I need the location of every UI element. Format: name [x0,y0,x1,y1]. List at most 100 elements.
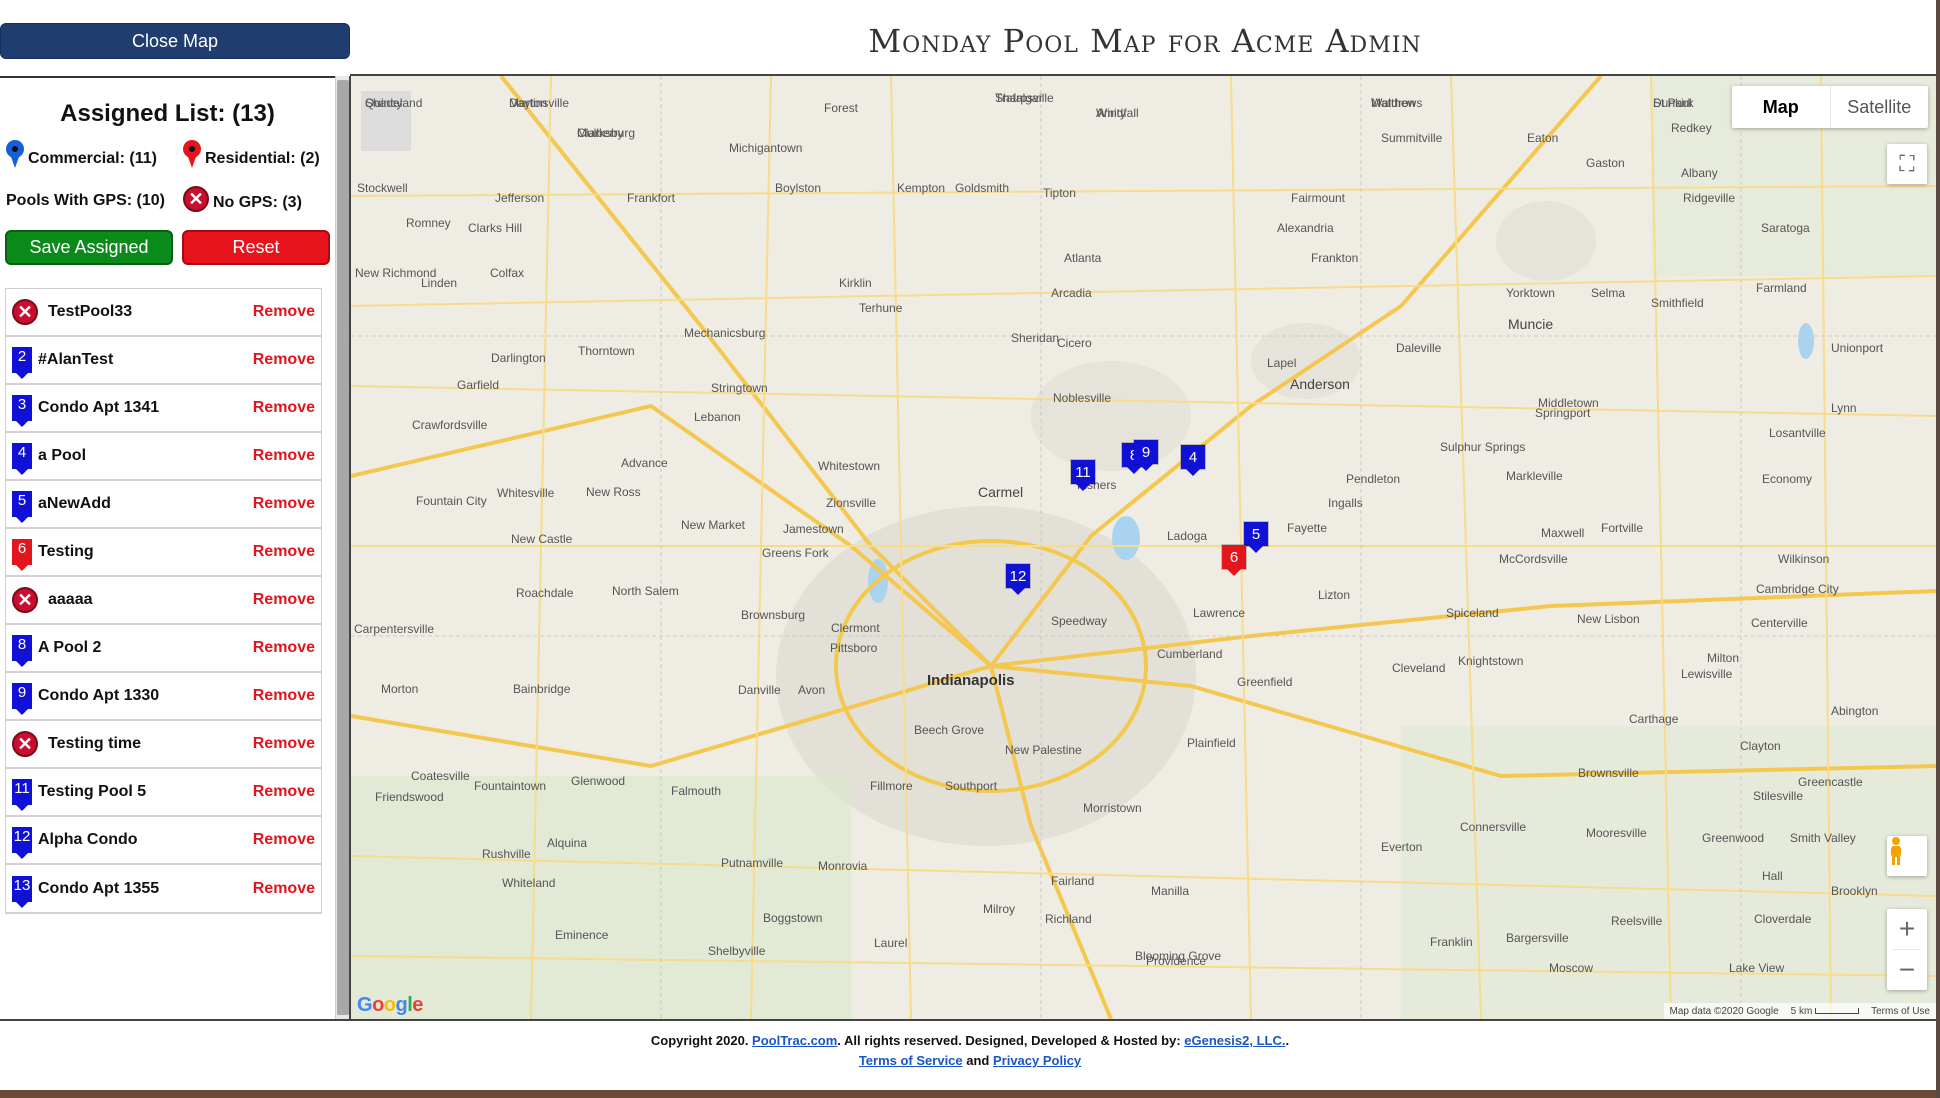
zoom-control: + − [1887,909,1927,990]
map-marker[interactable]: 4 [1181,445,1205,476]
map[interactable]: Indianapolis Carmel Anderson Muncie Shadelan… [351,76,1936,1019]
town-label: Zionsville [826,496,877,510]
remove-button[interactable]: Remove [253,447,315,465]
town-label: Selma [1591,286,1626,300]
town-label: Glenwood [571,774,626,788]
forest-area [351,776,851,1019]
town-label: Morristown [1083,801,1142,815]
town-label: Roachdale [516,586,574,600]
commercial-marker-icon: 8 [12,635,32,667]
pool-name: Testing Pool 5 [38,783,147,800]
city-label: Anderson [1290,376,1350,392]
pool-name: A Pool 2 [38,639,102,656]
town-label: Forest [824,101,859,115]
remove-button[interactable]: Remove [253,783,315,801]
town-label: Putnamville [721,856,784,870]
town-label: Beech Grove [914,723,985,737]
town-label: Economy [1762,472,1813,486]
assigned-list: ✕ TestPool33 Remove 2 #AlanTest Remove 3 Condo … [5,288,322,914]
map-marker[interactable]: 5 [1244,522,1268,553]
map-marker[interactable]: 6 [1222,545,1246,576]
residential-count-label: Residential: (2) [205,150,320,167]
list-item: 8 A Pool 2 Remove [6,625,321,673]
town-label: Trafalgar [995,91,1043,105]
pooltrac-link[interactable]: PoolTrac.com [752,1033,837,1048]
no-gps-count: ✕ No GPS: (3) [183,186,302,212]
reset-button[interactable]: Reset [182,230,330,265]
town-label: Advance [621,456,668,470]
town-label: Colfax [490,266,525,280]
remove-button[interactable]: Remove [253,687,315,705]
town-label: St Paul [1653,96,1692,110]
town-label: New Ross [586,485,641,499]
remove-button[interactable]: Remove [253,591,315,609]
commercial-marker-icon: 13 [12,875,32,908]
town-label: Friendswood [375,790,444,804]
window-edge [1936,0,1940,1098]
remove-button[interactable]: Remove [253,303,315,321]
zoom-out-button[interactable]: − [1887,950,1927,990]
fullscreen-icon[interactable]: ⛶ [1887,144,1927,184]
town-label: Stilesville [1753,789,1804,803]
scrollbar-thumb[interactable] [337,80,349,1015]
map-type-map-button[interactable]: Map [1732,86,1831,128]
town-label: Pittsboro [830,641,878,655]
town-label: Fortville [1601,521,1644,535]
privacy-policy-link[interactable]: Privacy Policy [993,1053,1081,1068]
remove-button[interactable]: Remove [253,495,315,513]
town-label: Mooresville [1586,826,1647,840]
remove-button[interactable]: Remove [253,831,315,849]
panel-scrollbar[interactable] [335,76,349,1019]
town-label: New Castle [511,532,573,546]
town-label: Fountaintown [474,779,547,793]
town-label: Plainfield [1187,736,1236,750]
list-item: 4 a Pool Remove [6,433,321,481]
town-label: Lawrence [1193,606,1246,620]
town-label: Cloverdale [1754,912,1812,926]
town-label: Lapel [1267,356,1297,370]
town-label: Fairmount [1291,191,1346,205]
map-marker[interactable]: 12 [1006,564,1030,595]
terms-of-use-link[interactable]: Terms of Use [1871,1006,1930,1017]
town-label: Speedway [1051,614,1108,628]
lake [1798,323,1814,359]
remove-button[interactable]: Remove [253,399,315,417]
town-label: Cumberland [1157,647,1223,661]
town-label: Providence [1146,954,1207,968]
remove-button[interactable]: Remove [253,543,315,561]
map-marker[interactable]: 11 [1071,460,1095,491]
map-type-satellite-button[interactable]: Satellite [1831,86,1929,128]
town-label: Milton [1707,651,1740,665]
town-label: Quincy [365,96,403,110]
town-label: Markleville [1506,469,1563,483]
town-label: Albany [1681,166,1718,180]
map-scale[interactable]: 5 km [1791,1006,1860,1017]
egenesis-link[interactable]: eGenesis2, LLC. [1184,1033,1285,1048]
close-map-button[interactable]: Close Map [0,23,350,59]
remove-button[interactable]: Remove [253,639,315,657]
copyright-line: Copyright 2020. PoolTrac.com. All rights… [650,1033,1290,1048]
commercial-marker-icon: 4 [12,443,32,475]
map-attribution: Map data ©2020 Google 5 km Terms of Use [1663,1003,1936,1019]
no-gps-icon: ✕ [12,299,38,325]
city-label: Carmel [978,484,1024,500]
town-label: Garfield [457,378,500,392]
town-label: Daleville [1396,341,1442,355]
terms-of-service-link[interactable]: Terms of Service [859,1053,963,1068]
town-label: Ingalls [1328,496,1363,510]
map-marker[interactable]: 9 [1134,440,1158,471]
remove-button[interactable]: Remove [253,880,315,898]
remove-button[interactable]: Remove [253,351,315,369]
town-label: Brooklyn [1831,884,1878,898]
town-label: Fayette [1287,521,1328,535]
zoom-in-button[interactable]: + [1887,909,1927,949]
list-item: 3 Condo Apt 1341 Remove [6,385,321,433]
remove-button[interactable]: Remove [253,735,315,753]
town-label: Clarks Hill [468,221,522,235]
pegman-icon[interactable] [1887,836,1927,876]
save-assigned-button[interactable]: Save Assigned [5,230,173,265]
town-label: Sulphur Springs [1440,440,1526,454]
urban-area [1496,201,1596,281]
town-label: Danville [738,683,781,697]
town-label: Kirklin [839,276,872,290]
